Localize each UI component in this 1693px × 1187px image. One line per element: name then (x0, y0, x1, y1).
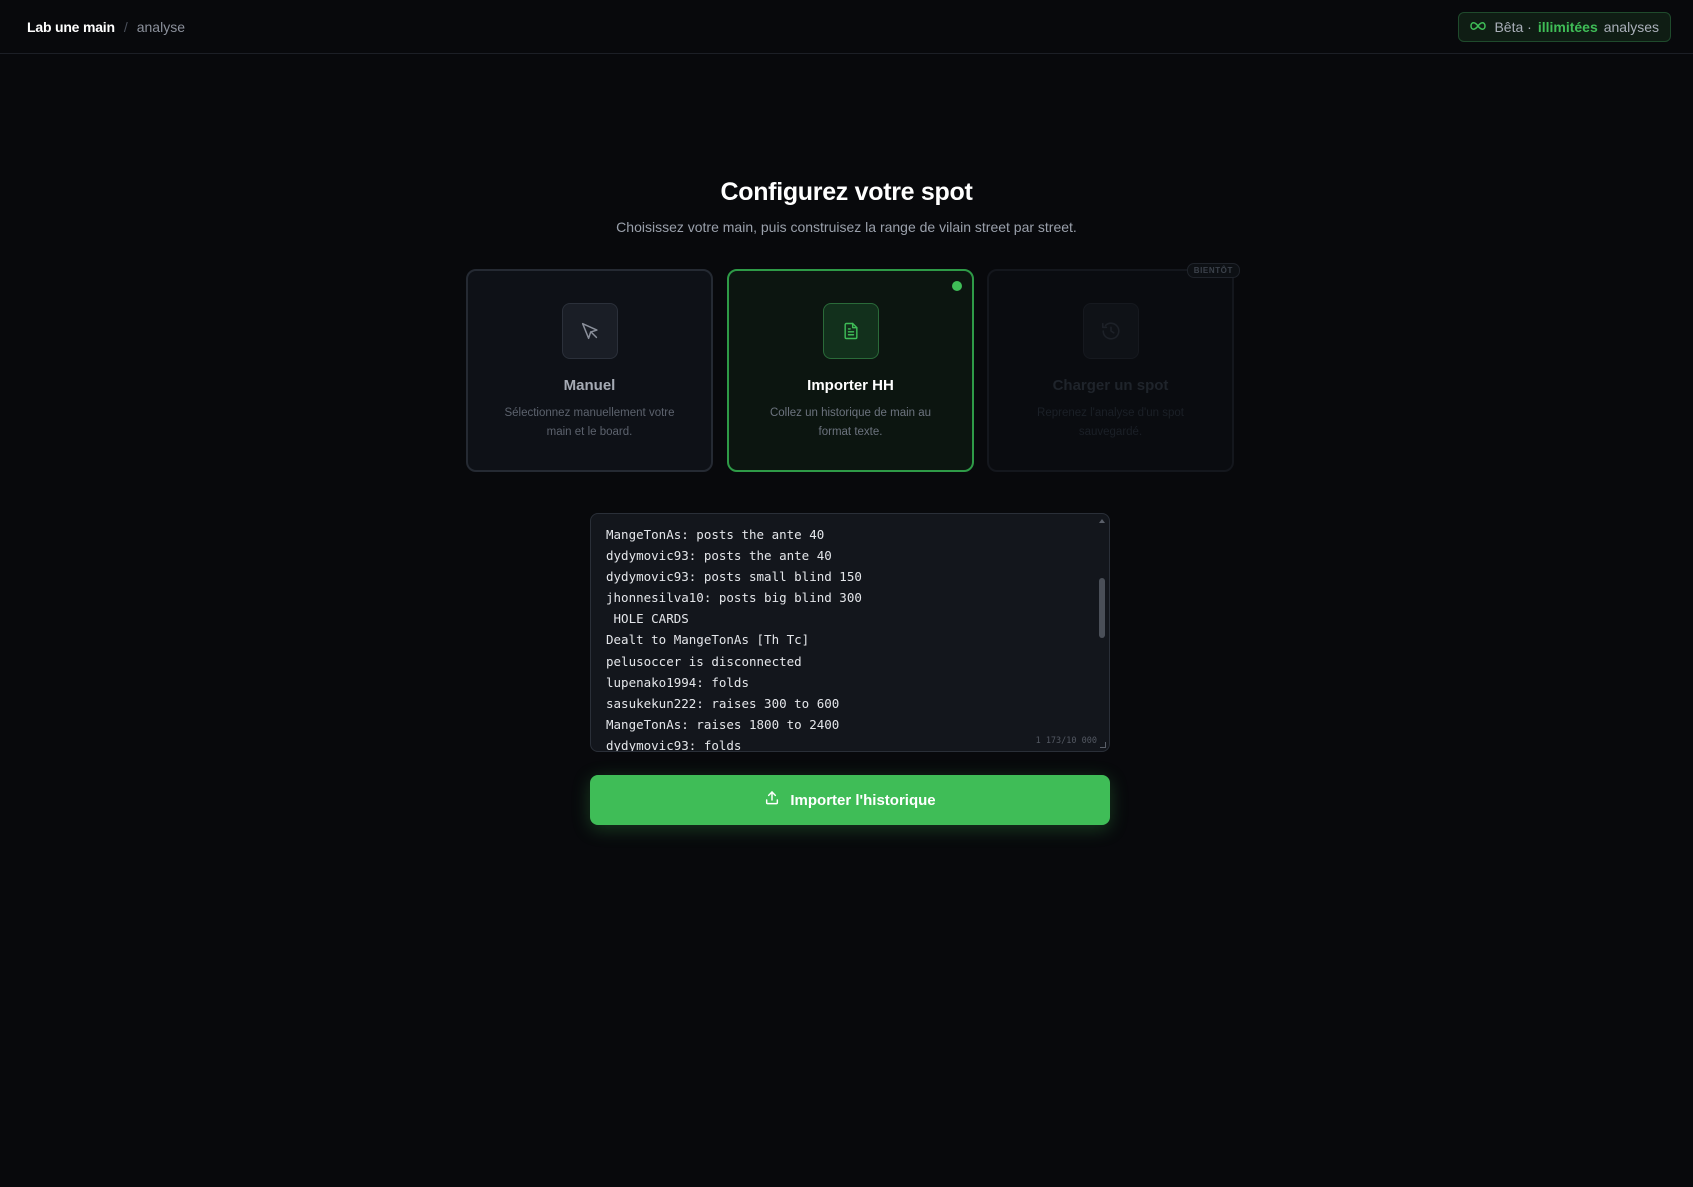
hand-history-line: dydymovic93: posts the ante 40 (606, 548, 832, 564)
selected-indicator-dot (952, 281, 962, 291)
resize-handle-icon[interactable] (1100, 742, 1106, 748)
character-counter: 1 173/10 000 (1035, 736, 1097, 746)
cursor-icon (561, 303, 618, 359)
mode-card-description: Reprenez l'analyse d'un spot sauvegardé. (1037, 407, 1184, 438)
hand-history-line: MangeTonAs: raises 1800 to 2400 (606, 716, 840, 732)
top-bar: Lab une main / analyse Bêta · illimitées… (0, 0, 1693, 54)
import-history-button[interactable]: Importer l'historique (590, 775, 1110, 825)
beta-suffix: analyses (1603, 18, 1659, 35)
textarea-scrollbar[interactable] (1098, 516, 1108, 750)
hand-history-line: lupenako1994: folds (606, 674, 749, 690)
scrollbar-thumb[interactable] (1099, 578, 1105, 638)
document-icon (822, 303, 879, 359)
hand-history-line: HOLE CARDS (606, 611, 689, 627)
page-subtitle: Choisissez votre main, puis construisez … (616, 219, 1077, 235)
mode-card-description: Sélectionnez manuellement votre main et … (504, 407, 675, 438)
breadcrumb-current-page: analyse (136, 18, 185, 35)
beta-prefix: Bêta · (1494, 18, 1532, 35)
mode-card-title: Charger un spot (1052, 377, 1169, 394)
hand-history-line: pelusoccer is disconnected (606, 653, 802, 669)
history-icon (1082, 303, 1139, 359)
page-title: Configurez votre spot (720, 178, 973, 206)
upload-icon (764, 790, 780, 810)
hand-history-line: dydymovic93: folds (606, 737, 742, 752)
mode-card-load-spot: BIENTÔT Charger un spot Reprenez l'analy… (987, 263, 1240, 472)
mode-card-manuel[interactable]: Manuel Sélectionnez manuellement votre m… (466, 269, 713, 472)
hand-history-content: MangeTonAs: posts the ante 40 dydymovic9… (606, 524, 862, 752)
hand-history-line: Dealt to MangeTonAs [Th Tc] (606, 632, 810, 648)
mode-card-title: Manuel (563, 377, 616, 394)
app-name-link[interactable]: Lab une main (27, 19, 115, 35)
mode-card-description: Collez un historique de main au format t… (769, 407, 932, 438)
coming-soon-badge: BIENTÔT (1186, 263, 1240, 278)
hand-history-line: dydymovic93: posts small blind 150 (606, 569, 862, 585)
breadcrumb: Lab une main / analyse (27, 19, 185, 35)
mode-card-title: Importer HH (807, 377, 894, 394)
breadcrumb-separator: / (123, 18, 128, 35)
import-history-button-label: Importer l'historique (790, 791, 936, 809)
beta-highlight: illimitées (1537, 18, 1598, 35)
hand-history-textarea[interactable]: MangeTonAs: posts the ante 40 dydymovic9… (590, 513, 1110, 752)
infinity-icon (1470, 18, 1487, 36)
hand-history-line: sasukekun222: raises 300 to 600 (606, 695, 840, 711)
beta-status-badge: Bêta · illimitées analyses (1458, 11, 1671, 42)
hand-history-line: jhonnesilva10: posts big blind 300 (606, 590, 862, 606)
hand-history-line: MangeTonAs: posts the ante 40 (606, 527, 825, 542)
scroll-up-arrow-icon[interactable] (1099, 519, 1105, 523)
mode-card-import-hh[interactable]: Importer HH Collez un historique de main… (727, 269, 974, 472)
